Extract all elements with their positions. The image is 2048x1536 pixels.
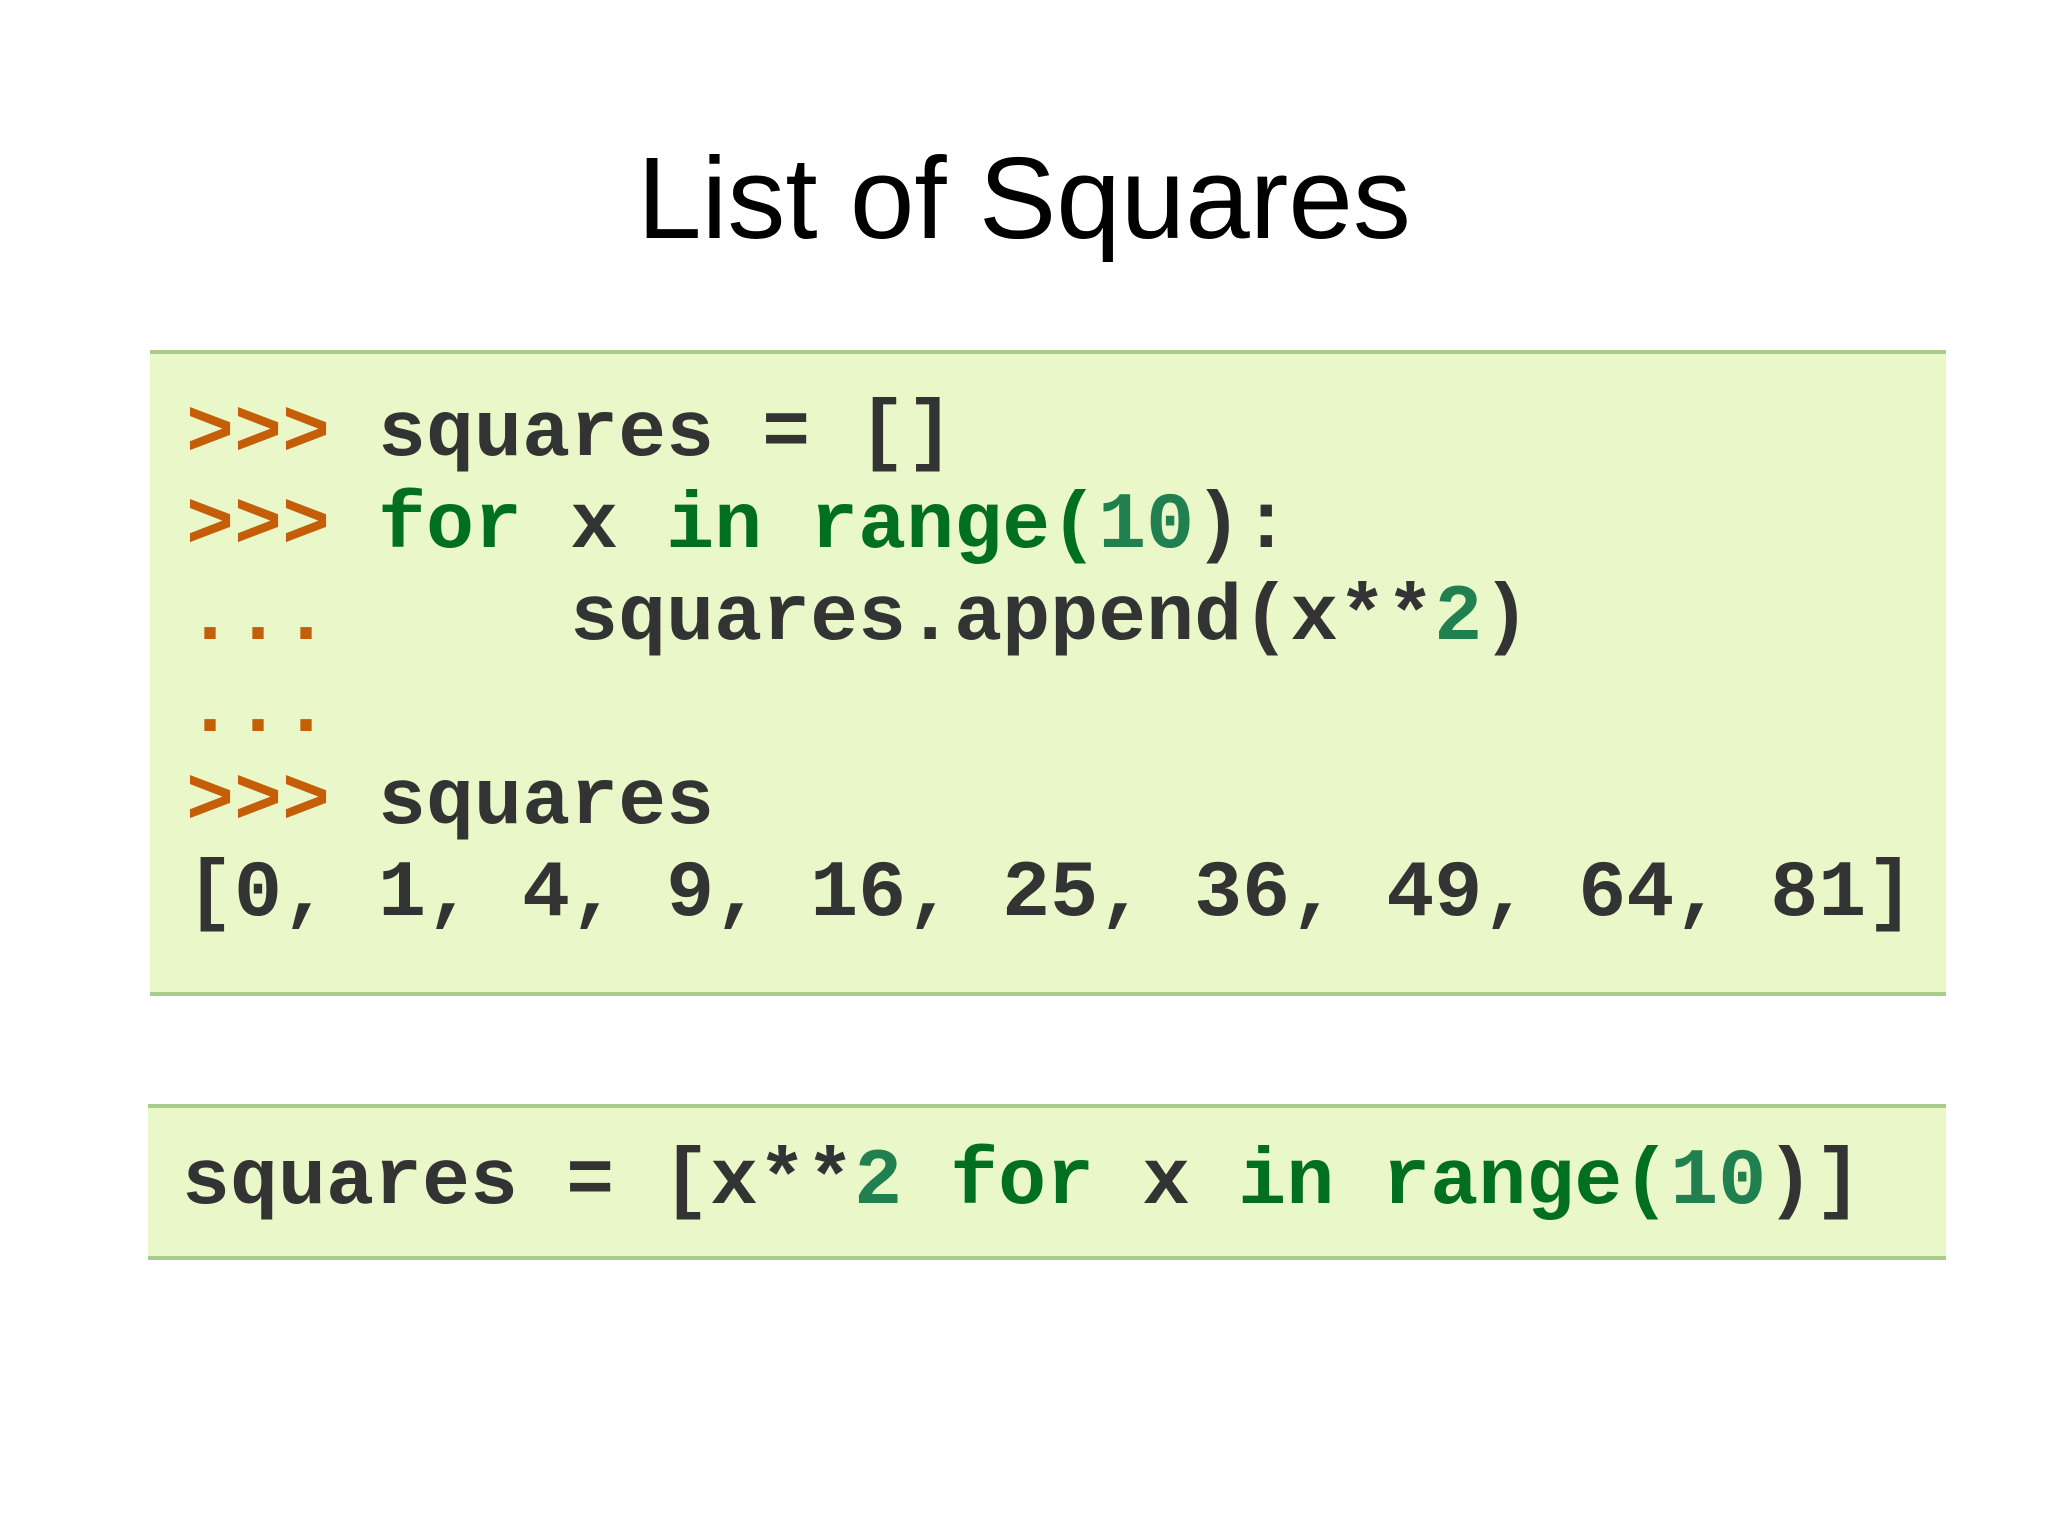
code-output: [0, 1, 4, 9, 16, 25, 36, 49, 64, 81] — [186, 849, 1915, 940]
code-text: squares = [x** — [182, 1137, 855, 1228]
function-range: range( — [1334, 1137, 1671, 1228]
code-line-3: ... squares.append(x**2) — [186, 574, 1530, 664]
code-text: squares.append(x** — [330, 573, 1435, 664]
code-text: squares — [330, 757, 715, 848]
code-line-4: ... — [186, 666, 330, 756]
keyword-in: in — [618, 481, 763, 572]
prompt: >>> — [186, 389, 331, 480]
interactive-code-block: >>> squares = [] >>> for x in range(10):… — [150, 350, 1946, 996]
keyword-for: for — [330, 481, 523, 572]
variable-x: x — [522, 481, 619, 572]
number-literal: 10 — [1098, 481, 1195, 572]
slide: List of Squares >>> squares = [] >>> for… — [0, 0, 2048, 1536]
code-line-5: >>> squares — [186, 758, 714, 848]
keyword-in: in — [1190, 1137, 1335, 1228]
list-comprehension-code-block: squares = [x**2 for x in range(10)] — [148, 1104, 1946, 1260]
number-literal: 2 — [1434, 573, 1483, 664]
code-line-1: >>> squares = [] — [186, 390, 954, 480]
code-tail: )] — [1766, 1137, 1863, 1228]
continuation-prompt: ... — [186, 665, 331, 756]
comprehension-line: squares = [x**2 for x in range(10)] — [182, 1138, 1862, 1228]
code-line-2: >>> for x in range(10): — [186, 482, 1290, 572]
continuation-prompt: ... — [186, 573, 331, 664]
prompt: >>> — [186, 757, 331, 848]
keyword-for: for — [902, 1137, 1095, 1228]
number-literal: 2 — [854, 1137, 903, 1228]
function-range: range( — [762, 481, 1099, 572]
code-tail: ) — [1482, 573, 1531, 664]
variable-x: x — [1094, 1137, 1191, 1228]
number-literal: 10 — [1670, 1137, 1767, 1228]
code-tail: ): — [1194, 481, 1291, 572]
prompt: >>> — [186, 481, 331, 572]
code-text: squares = [] — [330, 389, 955, 480]
slide-title: List of Squares — [637, 133, 1411, 263]
